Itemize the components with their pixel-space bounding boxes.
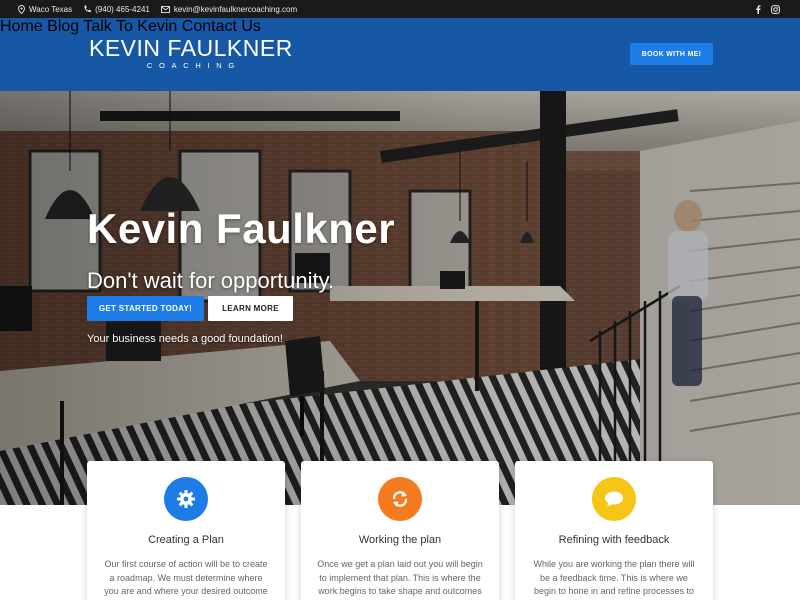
site-header: KEVIN FAULKNER COACHING Home Blog Talk T… bbox=[0, 18, 800, 91]
location-text: Waco Texas bbox=[29, 4, 73, 14]
social-links bbox=[755, 0, 780, 18]
logo-name: KEVIN FAULKNER bbox=[89, 35, 293, 61]
email-item[interactable]: kevin@kevinfaulknercoaching.com bbox=[160, 5, 297, 14]
phone-item[interactable]: (940) 465-4241 bbox=[83, 5, 150, 14]
hero-title: Kevin Faulkner bbox=[87, 205, 396, 252]
get-started-button[interactable]: GET STARTED TODAY! bbox=[87, 296, 204, 321]
chat-bubble-icon bbox=[592, 477, 636, 521]
learn-more-button[interactable]: LEARN MORE bbox=[208, 296, 293, 321]
phone-icon bbox=[83, 5, 92, 13]
map-pin-icon bbox=[18, 4, 25, 14]
feature-card-working-plan: Working the plan Once we get a plan laid… bbox=[301, 461, 499, 600]
gear-icon bbox=[164, 477, 208, 521]
nav-contact-us[interactable]: Contact Us bbox=[182, 18, 261, 35]
card-title: Creating a Plan bbox=[148, 534, 224, 546]
envelope-icon bbox=[160, 5, 170, 13]
nav-home[interactable]: Home bbox=[0, 18, 43, 35]
phone-text[interactable]: (940) 465-4241 bbox=[95, 5, 150, 14]
hero-section: Kevin Faulkner Don't wait for opportunit… bbox=[0, 91, 800, 505]
contact-info: Waco Texas (940) 465-4241 kevin@kevinfau… bbox=[18, 0, 297, 18]
book-with-me-button[interactable]: BOOK WITH ME! bbox=[630, 43, 713, 65]
nav-talk-to-kevin[interactable]: Talk To Kevin bbox=[83, 18, 177, 35]
hero-subtitle: Don't wait for opportunity. bbox=[87, 268, 335, 293]
top-contact-bar: Waco Texas (940) 465-4241 kevin@kevinfau… bbox=[0, 0, 800, 18]
location-item: Waco Texas bbox=[18, 5, 72, 14]
card-title: Working the plan bbox=[358, 534, 442, 546]
card-text: While you are working the plan there wil… bbox=[533, 559, 695, 600]
facebook-icon[interactable] bbox=[755, 4, 761, 14]
hero-tagline: Your business needs a good foundation! bbox=[87, 333, 283, 345]
logo-subtitle: COACHING bbox=[146, 61, 241, 70]
card-text: Once we get a plan laid out you will beg… bbox=[317, 559, 483, 596]
card-title: Refining with feedback bbox=[558, 534, 670, 546]
site-logo[interactable]: KEVIN FAULKNER COACHING bbox=[89, 36, 293, 70]
feature-card-refining-feedback: Refining with feedback While you are wor… bbox=[515, 461, 713, 600]
nav-blog[interactable]: Blog bbox=[47, 18, 79, 35]
main-nav: Home Blog Talk To Kevin Contact Us bbox=[0, 18, 800, 36]
instagram-icon[interactable] bbox=[771, 4, 780, 14]
email-text[interactable]: kevin@kevinfaulknercoaching.com bbox=[174, 5, 297, 14]
refresh-icon bbox=[378, 477, 422, 521]
card-text: Our first course of action will be to cr… bbox=[104, 559, 268, 600]
feature-card-creating-plan: Creating a Plan Our first course of acti… bbox=[87, 461, 285, 600]
